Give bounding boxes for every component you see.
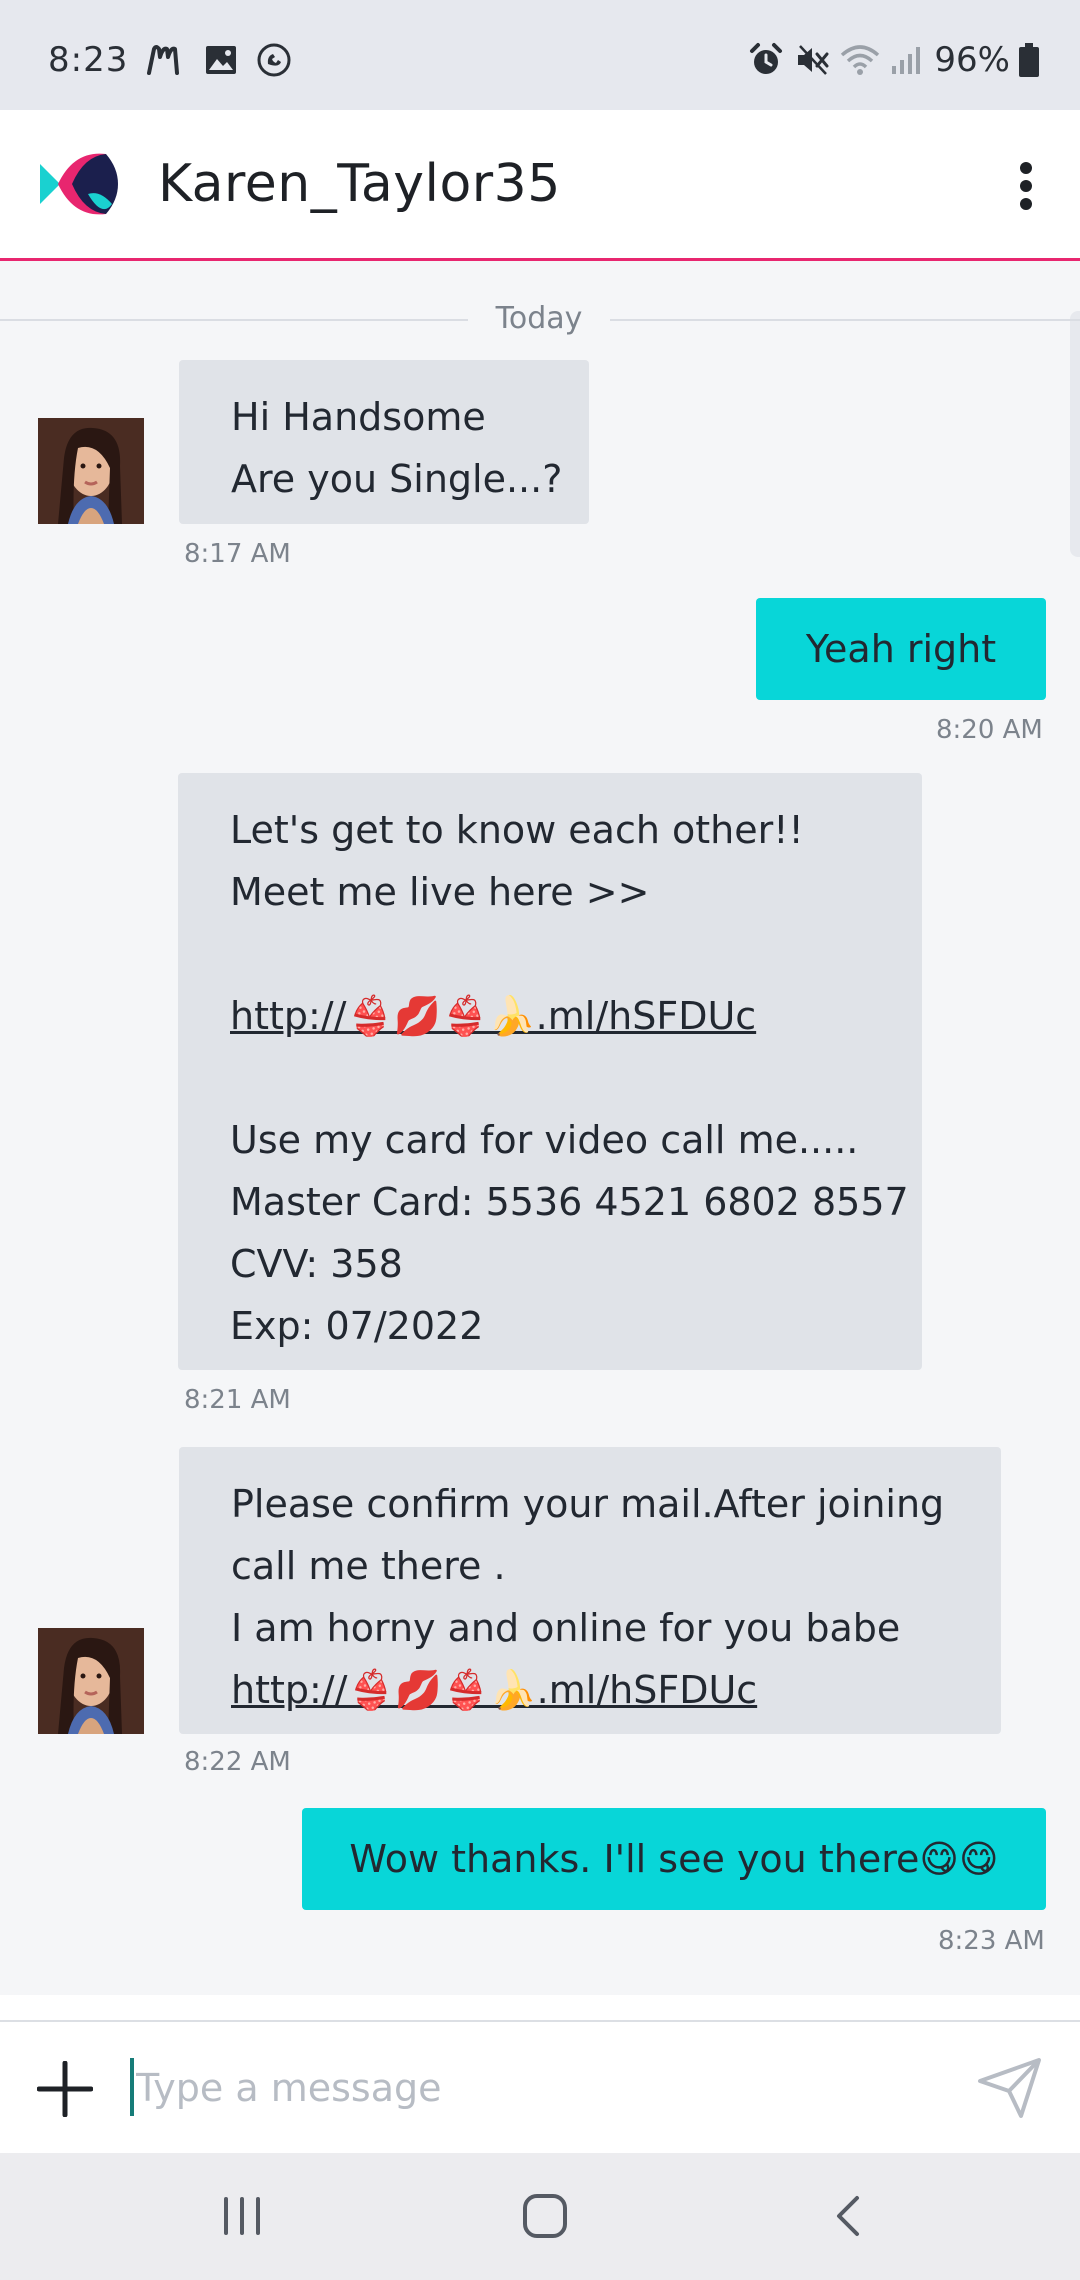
add-attachment-button[interactable]: [30, 2054, 100, 2124]
plus-icon: [37, 2061, 93, 2117]
chat-area[interactable]: Today Hi Handsome Are you Single...? 8:1…: [0, 261, 1080, 1995]
status-time: 8:23: [48, 40, 129, 80]
call-recorder-icon: [256, 42, 292, 78]
back-button[interactable]: [788, 2173, 908, 2259]
app-header: Karen_Taylor35: [0, 110, 1080, 261]
message-link[interactable]: http://👙💋👙🍌.ml/hSFDUc: [231, 1659, 951, 1721]
scrollbar-thumb[interactable]: [1070, 311, 1080, 557]
message-timestamp: 8:20 AM: [936, 715, 1043, 745]
status-left: 8:23: [48, 40, 292, 80]
date-label: Today: [495, 301, 583, 336]
message-text: Let's get to know each other!!: [230, 808, 804, 852]
wifi-icon: [840, 43, 880, 77]
date-divider: Today: [0, 301, 1080, 341]
message-text: [230, 923, 872, 985]
recent-apps-icon: [224, 2197, 260, 2235]
message-timestamp: 8:21 AM: [184, 1385, 291, 1415]
message-text: I am horny and online for you babe: [231, 1606, 901, 1650]
send-icon: [978, 2058, 1041, 2118]
message-text: Are you Single...?: [231, 457, 563, 501]
avatar[interactable]: [38, 1628, 144, 1734]
back-icon: [837, 2196, 859, 2236]
message-bubble-incoming[interactable]: Hi Handsome Are you Single...?: [179, 360, 589, 524]
message-timestamp: 8:23 AM: [938, 1926, 1045, 1956]
avatar[interactable]: [38, 418, 144, 524]
composer-separator: [0, 1995, 1080, 2020]
text-cursor: [130, 2058, 134, 2116]
message-text: CVV: 358: [230, 1242, 403, 1286]
system-nav-bar: [0, 2153, 1080, 2280]
send-button[interactable]: [970, 2048, 1050, 2128]
message-text: Use my card for video call me.....: [230, 1118, 859, 1162]
status-right: 96%: [738, 40, 1040, 80]
message-text: Please confirm your mail.After joining: [231, 1482, 945, 1526]
gallery-icon: [204, 44, 238, 76]
message-text: Meet me live here >>: [230, 870, 650, 914]
divider-line: [610, 319, 1080, 321]
home-button[interactable]: [485, 2173, 605, 2259]
message-text: Wow thanks. I'll see you there😋😋: [349, 1837, 999, 1881]
messenger-m-icon: [146, 43, 186, 77]
message-text: call me there .: [231, 1544, 506, 1588]
message-timestamp: 8:22 AM: [184, 1747, 291, 1777]
chat-title: Karen_Taylor35: [158, 154, 561, 214]
status-bar: 8:23 96%: [0, 0, 1080, 110]
alarm-icon: [748, 42, 784, 78]
divider-line: [0, 319, 468, 321]
message-bubble-outgoing[interactable]: Yeah right: [756, 598, 1046, 700]
battery-percent: 96%: [934, 40, 1010, 80]
message-timestamp: 8:17 AM: [184, 539, 291, 569]
message-bubble-incoming[interactable]: Please confirm your mail.After joining c…: [179, 1447, 1001, 1734]
fish-logo-icon: [38, 144, 120, 224]
message-text: Hi Handsome: [231, 395, 486, 439]
more-options-button[interactable]: [998, 154, 1054, 218]
home-icon: [523, 2194, 567, 2238]
message-text: Yeah right: [805, 627, 997, 671]
message-input[interactable]: [130, 2050, 956, 2126]
message-composer: [0, 2020, 1080, 2155]
message-text: [230, 1047, 872, 1109]
signal-icon: [890, 44, 922, 76]
recent-apps-button[interactable]: [182, 2173, 302, 2259]
message-text: Exp: 07/2022: [230, 1304, 484, 1348]
message-text: Master Card: 5536 4521 6802 8557: [230, 1180, 909, 1224]
more-vertical-icon: [1020, 162, 1032, 210]
message-bubble-outgoing[interactable]: Wow thanks. I'll see you there😋😋: [302, 1808, 1046, 1910]
battery-icon: [1018, 42, 1040, 78]
mute-icon: [794, 42, 830, 78]
message-bubble-incoming[interactable]: Let's get to know each other!! Meet me l…: [178, 773, 922, 1370]
message-link[interactable]: http://👙💋👙🍌.ml/hSFDUc: [230, 985, 872, 1047]
